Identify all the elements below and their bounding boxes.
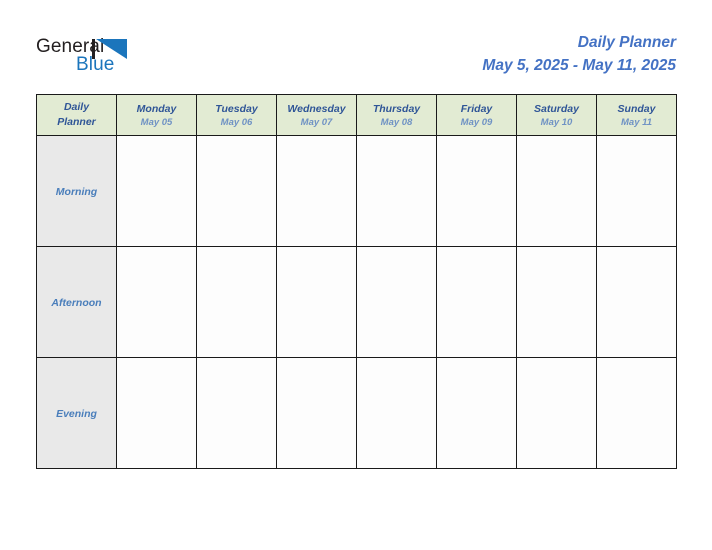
table-row-afternoon: Afternoon <box>36 246 677 358</box>
row-label-evening: Evening <box>36 357 117 469</box>
cell-afternoon-thursday[interactable] <box>356 246 437 358</box>
day-name-sunday: Sunday <box>617 102 656 115</box>
day-date-wednesday: May 07 <box>300 116 333 128</box>
column-header-tuesday: Tuesday May 06 <box>196 94 277 136</box>
day-date-sunday: May 11 <box>621 116 652 128</box>
cell-morning-thursday[interactable] <box>356 135 437 247</box>
day-name-monday: Monday <box>136 102 177 115</box>
table-row-evening: Evening <box>36 357 677 469</box>
cell-morning-saturday[interactable] <box>516 135 597 247</box>
cell-evening-thursday[interactable] <box>356 357 437 469</box>
row-label-text-morning: Morning <box>55 186 98 198</box>
day-name-wednesday: Wednesday <box>287 102 346 115</box>
planner-header-row: Daily Planner Monday May 05 Tuesday May … <box>36 94 677 136</box>
table-corner-header: Daily Planner <box>36 94 117 136</box>
planner-header-row-group: Daily Planner Monday May 05 Tuesday May … <box>36 94 677 136</box>
cell-evening-saturday[interactable] <box>516 357 597 469</box>
day-date-saturday: May 10 <box>540 116 573 128</box>
row-label-afternoon: Afternoon <box>36 246 117 358</box>
row-label-text-evening: Evening <box>56 408 97 420</box>
day-name-saturday: Saturday <box>534 102 579 115</box>
cell-evening-sunday[interactable] <box>596 357 677 469</box>
logo-text-blue: Blue <box>76 54 115 75</box>
cell-afternoon-monday[interactable] <box>116 246 197 358</box>
day-date-friday: May 09 <box>460 116 493 128</box>
date-range-subtitle: May 5, 2025 - May 11, 2025 <box>482 57 676 74</box>
column-header-monday: Monday May 05 <box>116 94 197 136</box>
cell-evening-monday[interactable] <box>116 357 197 469</box>
page-title: Daily Planner <box>577 34 676 51</box>
generalblue-logo[interactable]: General Blue <box>36 36 206 82</box>
cell-evening-friday[interactable] <box>436 357 517 469</box>
title-block: Daily Planner May 5, 2025 - May 11, 2025 <box>482 33 676 76</box>
cell-afternoon-tuesday[interactable] <box>196 246 277 358</box>
row-label-text-afternoon: Afternoon <box>51 297 102 309</box>
table-row-morning: Morning <box>36 135 677 247</box>
cell-afternoon-friday[interactable] <box>436 246 517 358</box>
column-header-friday: Friday May 09 <box>436 94 517 136</box>
corner-label-line1: Daily <box>63 101 90 113</box>
day-name-tuesday: Tuesday <box>215 102 258 115</box>
cell-afternoon-wednesday[interactable] <box>276 246 357 358</box>
day-date-thursday: May 08 <box>380 116 413 128</box>
day-date-tuesday: May 06 <box>220 116 253 128</box>
day-name-friday: Friday <box>460 102 493 115</box>
cell-evening-wednesday[interactable] <box>276 357 357 469</box>
cell-afternoon-saturday[interactable] <box>516 246 597 358</box>
cell-morning-sunday[interactable] <box>596 135 677 247</box>
corner-label-line2: Planner <box>57 116 96 128</box>
cell-morning-friday[interactable] <box>436 135 517 247</box>
column-header-sunday: Sunday May 11 <box>596 94 677 136</box>
planner-body: Morning Afternoon Evening <box>36 135 677 469</box>
column-header-saturday: Saturday May 10 <box>516 94 597 136</box>
column-header-wednesday: Wednesday May 07 <box>276 94 357 136</box>
cell-afternoon-sunday[interactable] <box>596 246 677 358</box>
cell-evening-tuesday[interactable] <box>196 357 277 469</box>
row-label-morning: Morning <box>36 135 117 247</box>
daily-planner-table: Daily Planner Monday May 05 Tuesday May … <box>36 94 677 469</box>
cell-morning-tuesday[interactable] <box>196 135 277 247</box>
column-header-thursday: Thursday May 08 <box>356 94 437 136</box>
day-name-thursday: Thursday <box>372 102 421 115</box>
cell-morning-monday[interactable] <box>116 135 197 247</box>
page-header: General Blue Daily Planner May 5, 2025 -… <box>0 0 712 94</box>
cell-morning-wednesday[interactable] <box>276 135 357 247</box>
day-date-monday: May 05 <box>140 116 173 128</box>
